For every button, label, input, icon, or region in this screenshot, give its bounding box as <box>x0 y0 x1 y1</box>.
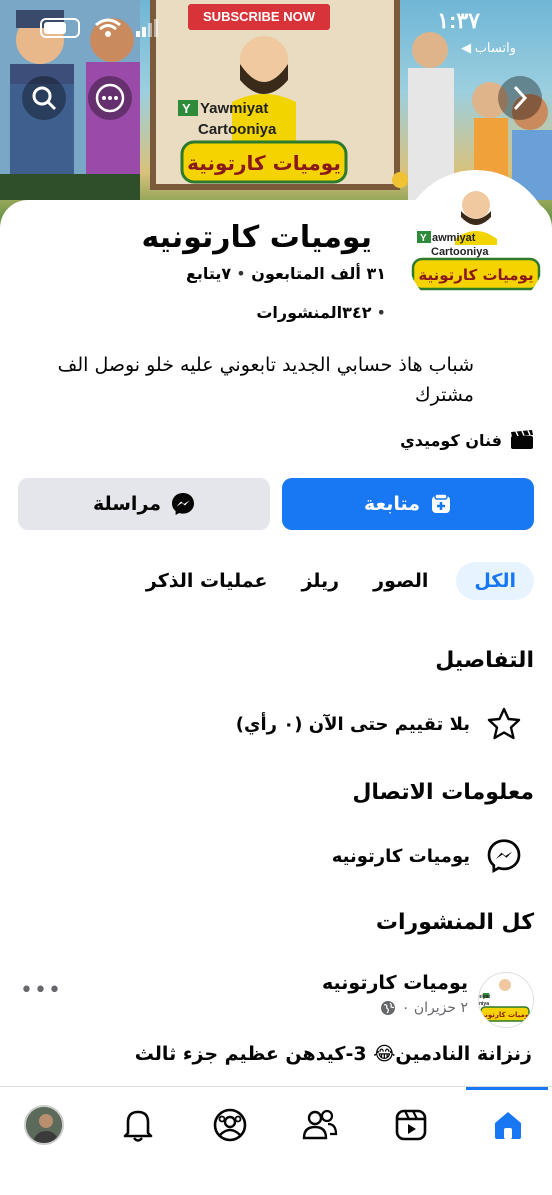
nav-notifications[interactable] <box>116 1103 160 1147</box>
category-label: فنان كوميدي <box>400 430 502 450</box>
profile-category: فنان كوميدي <box>400 430 534 450</box>
post-meta: ٢ حزيران ٠ <box>322 1000 468 1016</box>
subscribe-banner: SUBSCRIBE NOW <box>188 4 330 30</box>
posts-count-row: • ٣٤٢المنشورات <box>256 303 386 322</box>
star-icon <box>487 707 521 740</box>
more-options-button[interactable] <box>88 76 132 120</box>
svg-text:Cartooniya: Cartooniya <box>431 246 489 258</box>
svg-text:يوميات كارتونية: يوميات كارتونية <box>478 1011 532 1019</box>
rating-label: بلا تقييم حتى الآن (٠ رأي) <box>235 713 470 735</box>
nav-active-indicator <box>466 1087 548 1090</box>
bottom-navigation <box>0 1086 552 1195</box>
profile-bio: شباب هاذ حسابي الجديد تابعوني عليه خلو ن… <box>57 354 474 406</box>
nav-reels[interactable] <box>389 1103 433 1147</box>
nav-home[interactable] <box>486 1103 530 1147</box>
message-label: مراسلة <box>92 493 162 515</box>
tab-reels[interactable]: ريلز <box>295 562 345 600</box>
bell-icon <box>123 1110 153 1142</box>
search-icon <box>32 86 57 111</box>
reels-icon <box>395 1109 427 1141</box>
profile-avatar-image: Y awmiyat Cartooniya يوميات كارتونية <box>405 175 547 317</box>
search-button[interactable] <box>22 76 66 120</box>
user-avatar-image <box>26 1107 62 1143</box>
battery-icon <box>40 18 80 38</box>
svg-text:يوميات كارتونية: يوميات كارتونية <box>187 151 341 175</box>
friends-icon <box>302 1109 338 1140</box>
posts-count: ٣٤٢المنشورات <box>256 303 372 322</box>
messenger-icon <box>172 493 195 515</box>
messenger-outline-icon <box>487 839 521 873</box>
avatar <box>24 1105 64 1145</box>
post-header: awmiyat Cartooniya يوميات كارتونية يوميا… <box>322 972 534 1028</box>
tab-all[interactable]: الكل <box>456 562 534 600</box>
follow-button[interactable]: متابعة <box>282 478 534 530</box>
more-options-icon <box>95 83 125 113</box>
details-title: التفاصيل <box>435 648 534 673</box>
home-icon <box>495 1112 521 1139</box>
svg-text:Cartooniya: Cartooniya <box>198 121 277 138</box>
back-to-app[interactable]: ◀ واتساب <box>461 40 516 56</box>
profile-tabs: الكل الصور ريلز عمليات الذكر <box>140 562 534 600</box>
post-author-name[interactable]: يوميات كارتونيه <box>322 972 468 994</box>
clapperboard-icon <box>511 430 533 449</box>
rating-row[interactable]: بلا تقييم حتى الآن (٠ رأي) <box>236 706 522 742</box>
post-more-options-icon[interactable]: ••• <box>20 978 62 1003</box>
nav-friends[interactable] <box>298 1103 342 1147</box>
follow-label: متابعة <box>363 493 421 515</box>
profile-stats: ٣١ ألف المتابعون • ٧يتابع <box>185 264 386 283</box>
post-date[interactable]: ٢ حزيران ٠ <box>402 1000 468 1016</box>
svg-text:يوميات كارتونية: يوميات كارتونية <box>418 266 533 284</box>
nav-menu[interactable] <box>22 1103 66 1147</box>
messenger-contact-label: يوميات كارتونيه <box>331 845 470 867</box>
following-count[interactable]: ٧يتابع <box>186 264 231 283</box>
messenger-contact-row[interactable]: يوميات كارتونيه <box>332 838 522 874</box>
tab-photos[interactable]: الصور <box>367 562 434 600</box>
back-button[interactable] <box>498 76 542 120</box>
svg-text:Yawmiyat: Yawmiyat <box>200 100 268 117</box>
contact-title: معلومات الاتصال <box>352 780 534 805</box>
status-icons <box>40 18 158 38</box>
profile-avatar[interactable]: Y awmiyat Cartooniya يوميات كارتونية <box>400 170 552 322</box>
nav-profile[interactable] <box>208 1103 252 1147</box>
signal-icon <box>136 19 158 37</box>
svg-text:awmiyat: awmiyat <box>432 232 476 244</box>
profile-name: يوميات كارتونيه <box>141 220 372 255</box>
post-text: زنزانة النادمين😂 3-كيدهن عظيم جزء ثالث <box>134 1043 532 1065</box>
svg-text:awmiyat: awmiyat <box>478 994 490 1000</box>
post-avatar-image: awmiyat Cartooniya يوميات كارتونية <box>478 973 533 1027</box>
svg-text:Cartooniya: Cartooniya <box>478 1001 489 1007</box>
status-time: ١:٣٧ <box>437 8 480 33</box>
profile-sheet <box>0 200 552 1090</box>
profile-circle-icon <box>213 1108 247 1142</box>
followers-count[interactable]: ٣١ ألف المتابعون <box>251 264 386 283</box>
message-button[interactable]: مراسلة <box>18 478 270 530</box>
svg-text:Y: Y <box>420 233 427 244</box>
globe-icon <box>380 1001 395 1015</box>
chevron-right-icon <box>513 85 528 111</box>
wifi-icon <box>95 18 121 37</box>
post-author-avatar[interactable]: awmiyat Cartooniya يوميات كارتونية <box>478 972 534 1028</box>
tab-mentions[interactable]: عمليات الذكر <box>140 562 274 600</box>
all-posts-title: كل المنشورات <box>375 910 534 935</box>
cover-logo: Y Yawmiyat Cartooniya يوميات كارتونية <box>178 100 348 184</box>
svg-text:Y: Y <box>182 101 191 116</box>
follow-icon <box>432 493 451 513</box>
